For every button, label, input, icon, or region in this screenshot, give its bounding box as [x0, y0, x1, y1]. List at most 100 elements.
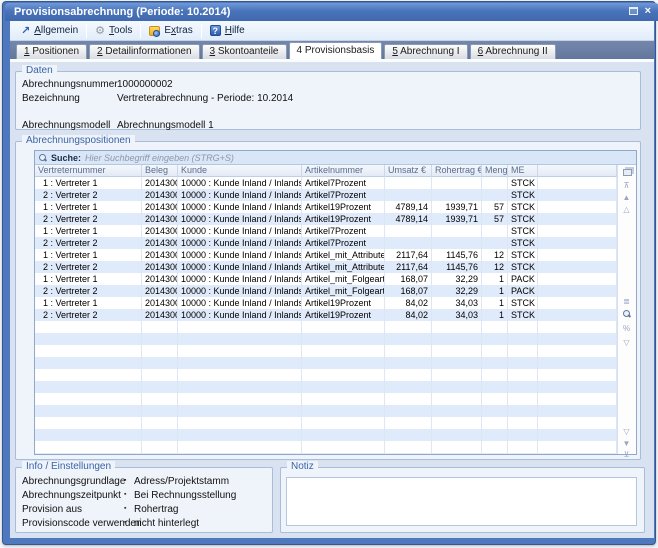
cell-artikelnummer — [302, 369, 385, 381]
cell-menge: 12 — [482, 249, 508, 261]
filter-icon[interactable]: ▽ — [617, 338, 636, 348]
cell-menge: 1 — [482, 273, 508, 285]
cell-beleg: 20143009 — [142, 237, 178, 249]
column-header-blank[interactable] — [538, 165, 617, 177]
cell-beleg — [142, 429, 178, 441]
cell-rohertrag: 1145,76 — [432, 261, 482, 273]
daten-field: Abrechnungsnummer1000000002 — [16, 79, 640, 91]
cell-kunde: 10000 : Kunde Inland / Inlandsort — [178, 225, 302, 237]
cell-rohertrag — [432, 333, 482, 345]
table-row-empty — [35, 441, 617, 453]
column-header-beleg[interactable]: Beleg — [142, 165, 178, 177]
table-row[interactable]: 2 : Vertreter 22014300910000 : Kunde Inl… — [35, 213, 617, 225]
cell-blank — [538, 213, 617, 225]
column-header-rohertrag[interactable]: Rohertrag € — [432, 165, 482, 177]
column-chooser-icon[interactable] — [623, 169, 632, 176]
scroll-last-row-icon[interactable]: ⊻ — [617, 450, 636, 460]
grid-search-bar[interactable]: Suche: Hier Suchbegriff eingeben (STRG+S… — [35, 151, 636, 165]
field-value: Abrechnungsmodell 1 — [117, 120, 214, 131]
column-header-vertreternummer[interactable]: Vertreternummer — [35, 165, 142, 177]
search-input[interactable]: Hier Suchbegriff eingeben (STRG+S) — [85, 153, 234, 163]
table-row[interactable]: 1 : Vertreter 12014300910000 : Kunde Inl… — [35, 249, 617, 261]
table-row[interactable]: 1 : Vertreter 12014300710000 : Kunde Inl… — [35, 177, 617, 189]
cell-beleg — [142, 345, 178, 357]
info-label: Abrechnungsgrundlage — [22, 476, 125, 487]
table-row[interactable]: 1 : Vertreter 12014300910000 : Kunde Inl… — [35, 225, 617, 237]
tab-provisionsbasis[interactable]: 4 Provisionsbasis — [289, 42, 383, 59]
cell-blank — [538, 417, 617, 429]
menu-item-extras[interactable]: Extras — [142, 23, 199, 38]
cell-blank — [538, 405, 617, 417]
notiz-textarea[interactable] — [286, 477, 637, 526]
tab-abrechnung-i[interactable]: 5 Abrechnung I — [384, 44, 467, 59]
table-row-empty — [35, 345, 617, 357]
tab-skontoanteile[interactable]: 3 Skontoanteile — [202, 44, 287, 59]
table-row[interactable]: 2 : Vertreter 22014300910000 : Kunde Inl… — [35, 309, 617, 321]
cell-kunde: 10000 : Kunde Inland / Inlandsort — [178, 201, 302, 213]
cell-blank — [538, 201, 617, 213]
cell-rohertrag — [432, 429, 482, 441]
restore-icon[interactable] — [629, 7, 638, 15]
table-row[interactable]: 1 : Vertreter 12014300910000 : Kunde Inl… — [35, 273, 617, 285]
cell-blank — [538, 345, 617, 357]
cell-kunde: 10000 : Kunde Inland / Inlandsort — [178, 261, 302, 273]
cell-menge: 57 — [482, 213, 508, 225]
cell-rohertrag — [432, 405, 482, 417]
tab-abrechnung-ii[interactable]: 6 Abrechnung II — [470, 44, 556, 59]
column-header-kunde[interactable]: Kunde — [178, 165, 302, 177]
menu-separator — [140, 24, 141, 38]
cell-blank — [538, 297, 617, 309]
cell-vertreternummer — [35, 333, 142, 345]
table-row[interactable]: 2 : Vertreter 22014300710000 : Kunde Inl… — [35, 189, 617, 201]
title-bar[interactable]: Provisionsabrechnung (Periode: 10.2014) … — [5, 3, 658, 21]
cell-beleg — [142, 453, 178, 454]
edit-row-icon[interactable]: ≣ — [617, 297, 636, 307]
grid-body: 1 : Vertreter 12014300710000 : Kunde Inl… — [35, 177, 617, 454]
cell-blank — [538, 453, 617, 454]
tab-detailinformationen[interactable]: 2 Detailinformationen — [89, 44, 200, 59]
percent-icon[interactable]: % — [617, 324, 636, 334]
table-row-empty — [35, 393, 617, 405]
cell-umsatz — [385, 453, 432, 454]
menu-item-allgemein[interactable]: ↗Allgemein — [14, 22, 85, 39]
cell-artikelnummer: Artikel19Prozent — [302, 213, 385, 225]
menu-item-hilfe[interactable]: ?Hilfe — [203, 23, 252, 38]
scroll-first-row-icon[interactable]: ⊼ — [617, 181, 636, 191]
scroll-row-up-icon[interactable]: △ — [617, 205, 636, 215]
cell-kunde — [178, 381, 302, 393]
cell-blank — [538, 309, 617, 321]
table-row[interactable]: 2 : Vertreter 22014300910000 : Kunde Inl… — [35, 285, 617, 297]
table-row[interactable]: 2 : Vertreter 22014300910000 : Kunde Inl… — [35, 261, 617, 273]
extras-toolbox-icon — [149, 26, 160, 36]
table-row[interactable]: 2 : Vertreter 22014300910000 : Kunde Inl… — [35, 237, 617, 249]
info-row: Provision aus▪Rohertrag — [16, 504, 272, 516]
tab-positionen[interactable]: 1 Positionen — [16, 44, 87, 59]
cell-me: STCK — [508, 201, 538, 213]
cell-umsatz — [385, 177, 432, 189]
column-header-artikelnummer[interactable]: Artikelnummer — [302, 165, 385, 177]
menu-item-label: Hilfe — [225, 25, 245, 36]
grid-header-row[interactable]: VertreternummerBelegKundeArtikelnummerUm… — [35, 165, 617, 177]
cell-umsatz: 4789,14 — [385, 213, 432, 225]
cell-kunde: 10000 : Kunde Inland / Inlandsort — [178, 189, 302, 201]
cell-beleg: 20143009 — [142, 225, 178, 237]
cell-me — [508, 321, 538, 333]
table-row[interactable]: 1 : Vertreter 12014300910000 : Kunde Inl… — [35, 201, 617, 213]
search-row-icon[interactable] — [617, 310, 636, 321]
menu-item-tools[interactable]: ⚙Tools — [88, 22, 139, 39]
cell-artikelnummer: Artikel19Prozent — [302, 297, 385, 309]
scroll-page-down-icon[interactable]: ▼ — [617, 439, 636, 449]
table-row[interactable]: 1 : Vertreter 12014300910000 : Kunde Inl… — [35, 297, 617, 309]
cell-me: STCK — [508, 297, 538, 309]
cell-rohertrag: 34,03 — [432, 297, 482, 309]
scroll-row-down-icon[interactable]: ▽ — [617, 427, 636, 437]
column-header-menge[interactable]: Menge — [482, 165, 508, 177]
cell-beleg — [142, 357, 178, 369]
column-header-me[interactable]: ME — [508, 165, 538, 177]
close-icon[interactable]: × — [645, 6, 651, 16]
scroll-page-up-icon[interactable]: ▲ — [617, 193, 636, 203]
cell-beleg: 20143009 — [142, 285, 178, 297]
cell-blank — [538, 369, 617, 381]
cell-rohertrag: 1145,76 — [432, 249, 482, 261]
column-header-umsatz[interactable]: Umsatz € — [385, 165, 432, 177]
